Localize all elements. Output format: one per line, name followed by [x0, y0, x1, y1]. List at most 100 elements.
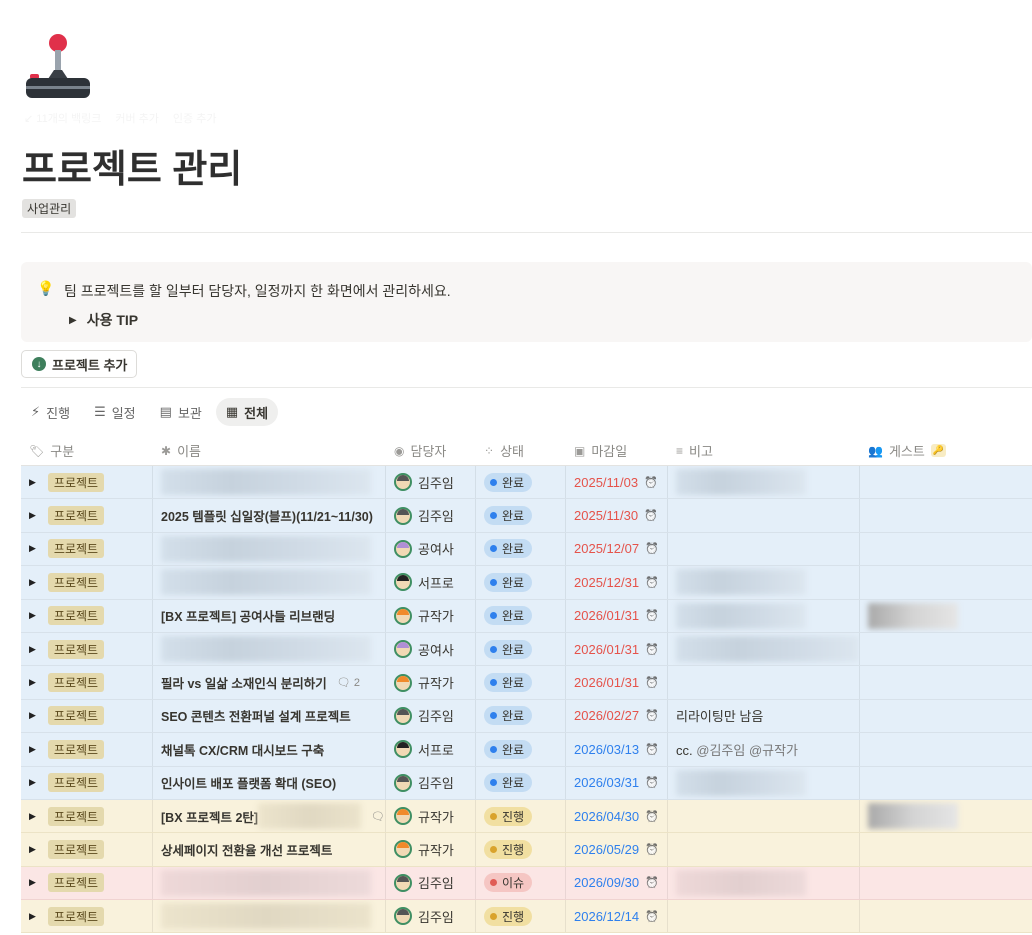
table-row[interactable]: ▶ 프로젝트 인사이트 배포 플랫폼 확대 (SEO) 김주임 완료 2026/03/31… [21, 766, 1032, 800]
column-header[interactable]: 🏷 구분 [21, 436, 153, 465]
column-header[interactable]: ⁘ 상태 [476, 436, 566, 465]
type-cell[interactable]: ▶ 프로젝트 [21, 532, 153, 566]
guest-cell[interactable] [860, 800, 1032, 832]
expand-triangle-icon[interactable]: ▶ [29, 844, 36, 855]
name-cell[interactable]: SEO 콘텐츠 전환퍼널 설계 프로젝트 [153, 699, 386, 733]
status-cell[interactable]: 완료 [476, 566, 566, 599]
status-cell[interactable]: 진행 [476, 900, 566, 933]
guest-cell[interactable] [860, 867, 1032, 899]
status-cell[interactable]: 완료 [476, 499, 566, 532]
project-name[interactable]: 2025 템플릿 십일장(블프)(11/21~11/30) [161, 506, 373, 525]
name-cell[interactable] [153, 866, 386, 900]
status-cell[interactable]: 완료 [476, 632, 566, 666]
note-cell[interactable] [668, 499, 860, 532]
due-date-cell[interactable]: 2025/12/31 ⏰ [566, 566, 668, 599]
due-date-cell[interactable]: 2026/01/31 ⏰ [566, 599, 668, 632]
note-cell[interactable] [668, 766, 860, 799]
note-cell[interactable] [668, 532, 860, 566]
type-cell[interactable]: ▶ 프로젝트 [21, 666, 153, 699]
due-date-cell[interactable]: 2026/02/27 ⏰ [566, 699, 668, 733]
name-cell[interactable]: 필라 vs 일삶 소재인식 분리하기 🗨 2 [153, 666, 386, 699]
expand-triangle-icon[interactable]: ▶ [29, 710, 36, 721]
assignee-cell[interactable]: 공여사 [386, 632, 476, 666]
tab-3[interactable]: ▤ 보관 [150, 398, 212, 426]
name-cell[interactable]: 2025 템플릿 십일장(블프)(11/21~11/30) [153, 499, 386, 532]
project-name[interactable]: SEO 콘텐츠 전환퍼널 설계 프로젝트 [161, 706, 351, 725]
assignee-cell[interactable]: 서프로 [386, 566, 476, 599]
expand-triangle-icon[interactable]: ▶ [29, 543, 36, 554]
type-cell[interactable]: ▶ 프로젝트 [21, 799, 153, 833]
guest-cell[interactable] [860, 733, 1032, 765]
type-cell[interactable]: ▶ 프로젝트 [21, 900, 153, 933]
note-cell[interactable]: cc. @김주임 @규작가 [668, 733, 860, 766]
guest-cell[interactable] [860, 499, 1032, 531]
mentions[interactable]: @김주임 @규작가 [696, 743, 798, 758]
expand-triangle-icon[interactable]: ▶ [29, 510, 36, 521]
name-cell[interactable]: 채널톡 CX/CRM 대시보드 구축 [153, 733, 386, 766]
name-cell[interactable]: 상세페이지 전환율 개선 프로젝트 [153, 833, 386, 866]
table-row[interactable]: ▶ 프로젝트 공여사 완료 2025/12/07 ⏰ [21, 532, 1032, 567]
comment-icon[interactable]: 🗨 [371, 810, 385, 823]
name-cell[interactable]: [BX 프로젝트 2탄] 🗨 [153, 799, 386, 833]
table-row[interactable]: ▶ 프로젝트 공여사 완료 2026/01/31 ⏰ [21, 632, 1032, 667]
assignee-cell[interactable]: 서프로 [386, 733, 476, 766]
type-cell[interactable]: ▶ 프로젝트 [21, 632, 153, 666]
due-date-cell[interactable]: 2026/01/31 ⏰ [566, 632, 668, 666]
type-cell[interactable]: ▶ 프로젝트 [21, 499, 153, 532]
tab-4[interactable]: ▦ 전체 [215, 398, 279, 426]
note-cell[interactable]: 리라이팅만 남음 [668, 699, 860, 733]
assignee-cell[interactable]: 규작가 [386, 666, 476, 699]
add-verification-button[interactable]: 인증 추가 [173, 110, 217, 126]
assignee-cell[interactable]: 김주임 [386, 866, 476, 900]
project-name[interactable]: [BX 프로젝트] 공여사들 리브랜딩 [161, 606, 335, 625]
due-date-cell[interactable]: 2026/01/31 ⏰ [566, 666, 668, 699]
expand-triangle-icon[interactable]: ▶ [29, 744, 36, 755]
name-cell[interactable]: 인사이트 배포 플랫폼 확대 (SEO) [153, 766, 386, 799]
backlinks-link[interactable]: ↙ 11개의 백링크 [24, 110, 101, 126]
type-cell[interactable]: ▶ 프로젝트 [21, 699, 153, 733]
table-row[interactable]: ▶ 프로젝트 김주임 이슈 2026/09/30 ⏰ [21, 866, 1032, 901]
due-date-cell[interactable]: 2026/12/14 ⏰ [566, 900, 668, 933]
guest-cell[interactable] [860, 633, 1032, 665]
project-name[interactable]: 상세페이지 전환율 개선 프로젝트 [161, 840, 332, 859]
guest-cell[interactable] [860, 666, 1032, 698]
status-cell[interactable]: 완료 [476, 666, 566, 699]
name-cell[interactable] [153, 566, 386, 599]
assignee-cell[interactable]: 김주임 [386, 499, 476, 532]
note-cell[interactable] [668, 866, 860, 900]
assignee-cell[interactable]: 김주임 [386, 766, 476, 799]
note-cell[interactable] [668, 799, 860, 833]
expand-triangle-icon[interactable]: ▶ [29, 577, 36, 588]
type-cell[interactable]: ▶ 프로젝트 [21, 833, 153, 866]
comment-icon[interactable]: 🗨 2 [337, 676, 360, 689]
name-cell[interactable] [153, 532, 386, 566]
expand-triangle-icon[interactable]: ▶ [29, 644, 36, 655]
table-row[interactable]: ▶ 프로젝트 2025 템플릿 십일장(블프)(11/21~11/30) 김주임 완료 2… [21, 499, 1032, 533]
assignee-cell[interactable]: 규작가 [386, 599, 476, 632]
guest-cell[interactable] [860, 566, 1032, 598]
page-tag[interactable]: 사업관리 [22, 199, 77, 218]
tab-1[interactable]: ⚡ 진행 [21, 398, 80, 426]
note-cell[interactable] [668, 833, 860, 866]
project-name[interactable]: 채널톡 CX/CRM 대시보드 구축 [161, 740, 324, 759]
expand-triangle-icon[interactable]: ▶ [29, 477, 36, 488]
note-cell[interactable] [668, 566, 860, 599]
status-cell[interactable]: 진행 [476, 799, 566, 833]
table-row[interactable]: ▶ 프로젝트 필라 vs 일삶 소재인식 분리하기 🗨 2 규작가 완료 2026/01/3… [21, 666, 1032, 700]
table-row[interactable]: ▶ 프로젝트 SEO 콘텐츠 전환퍼널 설계 프로젝트 김주임 완료 2026/02/27… [21, 699, 1032, 734]
name-cell[interactable] [153, 466, 386, 499]
tip-toggle[interactable]: ▶ 사용 TIP [69, 310, 138, 330]
status-cell[interactable]: 이슈 [476, 866, 566, 900]
type-cell[interactable]: ▶ 프로젝트 [21, 599, 153, 632]
note-cell[interactable] [668, 632, 860, 666]
column-header[interactable]: ✱ 이름 [153, 436, 386, 465]
status-cell[interactable]: 완료 [476, 699, 566, 733]
expand-triangle-icon[interactable]: ▶ [29, 677, 36, 688]
type-cell[interactable]: ▶ 프로젝트 [21, 866, 153, 900]
due-date-cell[interactable]: 2026/05/29 ⏰ [566, 833, 668, 866]
type-cell[interactable]: ▶ 프로젝트 [21, 566, 153, 599]
due-date-cell[interactable]: 2026/09/30 ⏰ [566, 866, 668, 900]
name-cell[interactable] [153, 900, 386, 933]
due-date-cell[interactable]: 2026/03/31 ⏰ [566, 766, 668, 799]
type-cell[interactable]: ▶ 프로젝트 [21, 766, 153, 799]
